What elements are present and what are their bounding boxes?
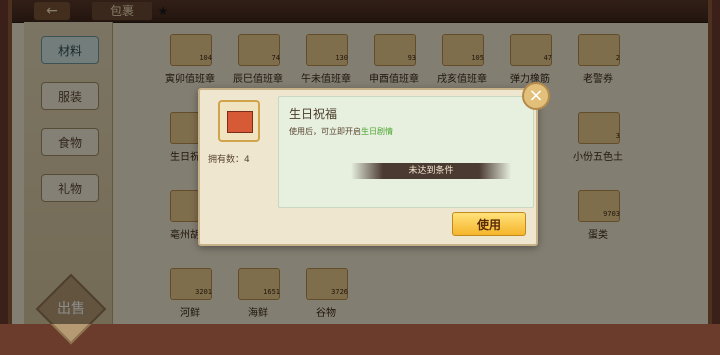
gift-shape <box>227 111 253 133</box>
condition-banner: 未达到条件 <box>351 163 511 179</box>
use-button[interactable]: 使用 <box>452 212 526 236</box>
item-title: 生日祝福 <box>289 107 338 121</box>
close-icon[interactable]: × <box>522 82 550 110</box>
desc-highlight: 生日剧情 <box>361 127 393 136</box>
item-detail-panel: 生日祝福 使用后，可立即开启生日剧情 未达到条件 <box>278 96 534 208</box>
item-detail-modal: 拥有数：4 生日祝福 使用后，可立即开启生日剧情 未达到条件 使用 × <box>198 82 550 246</box>
owned-count: 拥有数：4 <box>208 155 250 165</box>
birthday-gift-icon <box>218 100 260 142</box>
item-description: 使用后，可立即开启生日剧情 <box>289 126 393 137</box>
desc-prefix: 使用后，可立即开启 <box>289 127 361 136</box>
